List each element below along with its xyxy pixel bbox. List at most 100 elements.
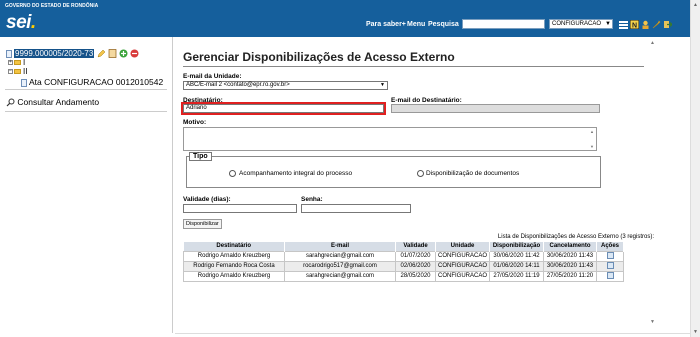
- reason-textarea[interactable]: ▲ ▼: [183, 127, 597, 151]
- sei-logo-text: sei: [6, 12, 31, 33]
- email-unit-label: E-mail da Unidade:: [183, 73, 242, 80]
- cell-availability: 27/05/2020 11:19: [489, 270, 545, 282]
- panel-divider: [172, 37, 173, 333]
- cell-recipient: Rodrigo Arnaldo Kreuzberg: [183, 270, 285, 282]
- collapse-icon[interactable]: −: [8, 69, 13, 75]
- svg-text:N: N: [632, 23, 637, 30]
- recipient-email-label: E-mail do Destinatário:: [391, 97, 462, 104]
- folder-icon: [14, 69, 21, 75]
- col-availability: Disponibilização: [489, 242, 545, 251]
- user-icon[interactable]: [641, 20, 650, 29]
- exit-icon[interactable]: [663, 20, 672, 29]
- col-actions: Ações: [596, 242, 625, 251]
- folder-icon: [14, 60, 21, 66]
- cell-availability: 01/06/2020 14:11: [489, 260, 545, 272]
- unit-select-value: CONFIGURACAO: [552, 21, 602, 27]
- availability-table: Destinatário E-mail Validade Unidade Dis…: [183, 242, 625, 282]
- cell-recipient: Rodrigo Fernando Roca Costa: [183, 260, 285, 272]
- view-icon[interactable]: [606, 271, 614, 279]
- email-unit-select[interactable]: ABC/E-mail 2 <contato@epr.ro.gov.br> ▼: [183, 81, 388, 90]
- consult-row[interactable]: Consultar Andamento: [6, 97, 99, 107]
- table-row: Rodrigo Fernando Roca Costa rocarodrigo5…: [183, 260, 625, 272]
- folder-row-2[interactable]: − II: [8, 67, 27, 76]
- table-row: Rodrigo Arnaldo Kreuzberg sarahgrecian@g…: [183, 250, 625, 262]
- magnifier-icon: [6, 98, 15, 107]
- scroll-up-icon[interactable]: ▲: [650, 40, 655, 46]
- top-bar: GOVERNO DO ESTADO DE RONDÔNIA sei. Para …: [0, 0, 690, 37]
- col-cancellation: Cancelamento: [543, 242, 598, 251]
- scroll-up-icon[interactable]: ▲: [693, 2, 698, 8]
- plus-icon[interactable]: [119, 49, 128, 58]
- cell-unit: CONFIGURACAO: [434, 260, 491, 272]
- window-scrollbar[interactable]: ▲ ▼: [690, 0, 700, 337]
- process-number[interactable]: 9999.000005/2020-73: [14, 49, 95, 58]
- cell-email: sarahgrecian@gmail.com: [284, 250, 396, 262]
- search-input[interactable]: [462, 19, 545, 29]
- radio-full-access[interactable]: [229, 170, 236, 177]
- cell-actions: [596, 260, 625, 272]
- reason-label: Motivo:: [183, 119, 207, 126]
- title-rule: [183, 66, 644, 67]
- scroll-down-icon[interactable]: ▼: [650, 319, 655, 325]
- password-input[interactable]: [301, 204, 411, 213]
- document-icon: [21, 78, 27, 87]
- col-email: E-mail: [284, 242, 396, 251]
- radio-documents[interactable]: [417, 170, 424, 177]
- process-tree-panel: 9999.000005/2020-73 + I − II Ata CONFIGURA…: [0, 37, 172, 337]
- folder-row-1[interactable]: + I: [8, 58, 25, 67]
- view-icon[interactable]: [606, 251, 614, 259]
- cell-actions: [596, 270, 625, 282]
- col-unit: Unidade: [435, 242, 491, 251]
- cell-recipient: Rodrigo Arnaldo Kreuzberg: [183, 250, 285, 262]
- validity-input[interactable]: [183, 204, 297, 213]
- cell-validity: 02/06/2020: [395, 260, 436, 272]
- view-toggle-icon[interactable]: [619, 20, 628, 29]
- divider: [5, 111, 167, 112]
- validity-label: Validade (dias):: [183, 196, 231, 203]
- menu-link[interactable]: Menu: [407, 21, 425, 28]
- pesquisa-link[interactable]: Pesquisa: [428, 21, 459, 28]
- email-unit-value: ABC/E-mail 2 <contato@epr.ro.gov.br>: [186, 82, 290, 88]
- scroll-up-icon[interactable]: ▲: [590, 129, 594, 134]
- scroll-down-icon[interactable]: ▼: [590, 144, 594, 149]
- content-scrollbar[interactable]: ▲ ▼: [650, 40, 656, 325]
- bottom-rule: [175, 333, 690, 334]
- consult-link[interactable]: Consultar Andamento: [17, 97, 99, 107]
- document-row[interactable]: Ata CONFIGURACAO 0012010542: [21, 77, 163, 87]
- folder-label-2: II: [23, 67, 28, 76]
- chevron-down-icon: ▼: [380, 82, 385, 88]
- type-legend: Tipo: [189, 152, 212, 161]
- process-icon: [6, 49, 12, 58]
- remove-icon[interactable]: [130, 49, 139, 58]
- sei-logo[interactable]: sei.: [6, 13, 36, 33]
- page-title: Gerenciar Disponibilizações de Acesso Ex…: [183, 50, 455, 64]
- cell-validity: 01/07/2020: [395, 250, 436, 262]
- folder-label-1: I: [23, 58, 26, 67]
- cell-availability: 30/06/2020 11:42: [489, 250, 545, 262]
- table-caption: Lista de Disponibilizações de Acesso Ext…: [497, 234, 654, 240]
- chevron-down-icon: ▼: [605, 21, 611, 27]
- password-label: Senha:: [301, 196, 323, 203]
- disponibilizar-button[interactable]: Disponibilizar: [183, 219, 222, 229]
- pencil-icon[interactable]: [97, 49, 106, 58]
- document-label[interactable]: Ata CONFIGURACAO 0012010542: [29, 77, 163, 87]
- cell-validity: 28/05/2020: [395, 270, 436, 282]
- document-icon[interactable]: [108, 49, 117, 59]
- scroll-down-icon[interactable]: ▼: [693, 329, 698, 335]
- cell-unit: CONFIGURACAO: [434, 270, 491, 282]
- cell-cancellation: 30/06/2020 11:43: [543, 260, 598, 272]
- settings-icon[interactable]: [652, 20, 661, 29]
- recipient-email-input[interactable]: [391, 104, 600, 113]
- highlight-box: [181, 102, 386, 115]
- notepad-icon[interactable]: N: [630, 20, 639, 29]
- expand-icon[interactable]: +: [8, 60, 13, 66]
- cell-unit: CONFIGURACAO: [434, 250, 491, 262]
- table-row: Rodrigo Arnaldo Kreuzberg sarahgrecian@g…: [183, 270, 625, 282]
- col-recipient: Destinatário: [183, 242, 285, 251]
- sei-logo-dot: .: [30, 12, 36, 33]
- radio-documents-label: Disponibilização de documentos: [426, 170, 520, 177]
- process-row: 9999.000005/2020-73: [6, 49, 139, 59]
- para-saber-link[interactable]: Para saber+: [366, 21, 406, 28]
- unit-select[interactable]: CONFIGURACAO ▼: [549, 19, 613, 29]
- view-icon[interactable]: [606, 261, 614, 269]
